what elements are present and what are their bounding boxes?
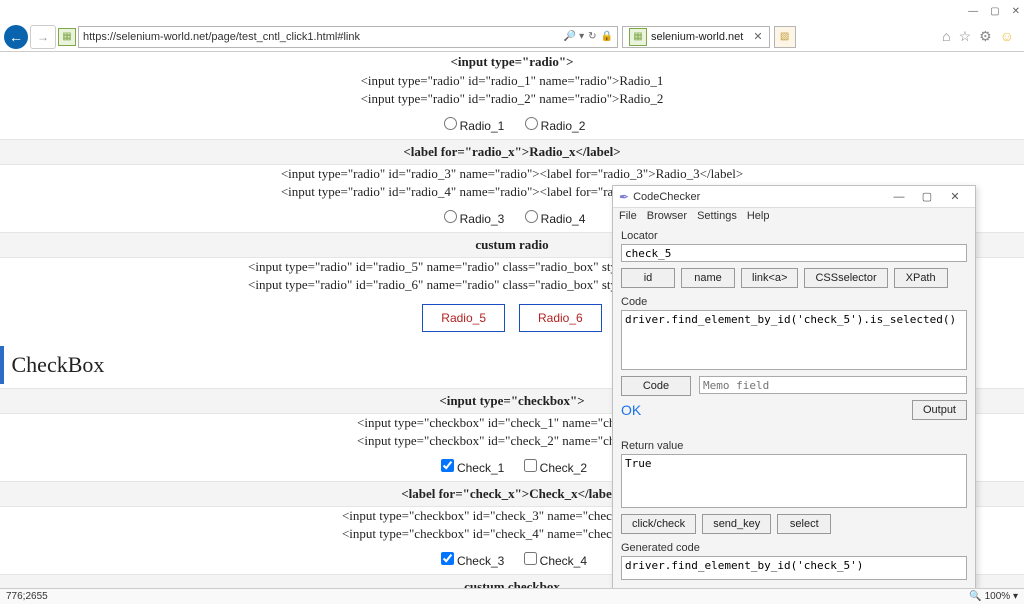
cc-generated-label: Generated code bbox=[621, 542, 967, 554]
cc-link-button[interactable]: link<a> bbox=[741, 268, 798, 288]
url-text[interactable]: https://selenium-world.net/page/test_cnt… bbox=[83, 31, 560, 43]
check-1-input[interactable] bbox=[441, 459, 454, 472]
page-viewport: <input type="radio"> <input type="radio"… bbox=[0, 52, 1024, 604]
cc-click-button[interactable]: click/check bbox=[621, 514, 696, 534]
radio-1-input[interactable] bbox=[444, 117, 457, 130]
cc-memo-input[interactable] bbox=[699, 376, 967, 394]
search-dropdown-icon[interactable]: 🔎 ▾ bbox=[564, 31, 584, 42]
cc-code-textarea[interactable]: driver.find_element_by_id('check_5').is_… bbox=[621, 310, 967, 370]
check-3-input[interactable] bbox=[441, 552, 454, 565]
check-4-input[interactable] bbox=[524, 552, 537, 565]
cc-ok-status: OK bbox=[621, 400, 641, 420]
radio-5-custom[interactable]: Radio_5 bbox=[422, 304, 505, 332]
cc-app-icon: ✒ bbox=[619, 190, 629, 204]
site-favicon: ▦ bbox=[58, 28, 76, 46]
forward-button[interactable]: → bbox=[30, 25, 56, 49]
check-2-input[interactable] bbox=[524, 459, 537, 472]
cc-minimize[interactable]: — bbox=[885, 191, 913, 203]
settings-icon[interactable]: ⚙ bbox=[979, 28, 992, 45]
radio-2[interactable]: Radio_2 bbox=[520, 119, 586, 133]
navbar-right: ⌂ ☆ ⚙ ☺ bbox=[942, 28, 1020, 45]
home-icon[interactable]: ⌂ bbox=[942, 28, 950, 45]
refresh-icon[interactable]: ↻ bbox=[588, 31, 596, 42]
section-heading: <label for="radio_x">Radio_x</label> bbox=[0, 139, 1024, 165]
tab-favicon: ▦ bbox=[629, 28, 647, 46]
cc-xpath-button[interactable]: XPath bbox=[894, 268, 948, 288]
window-close[interactable]: ✕ bbox=[1012, 6, 1020, 17]
tab-title: selenium-world.net bbox=[651, 31, 743, 43]
truncated-heading: <input type="radio"> bbox=[0, 52, 1024, 72]
cc-return-textarea[interactable]: True bbox=[621, 454, 967, 508]
cc-titlebar[interactable]: ✒ CodeChecker — ▢ ✕ bbox=[613, 186, 975, 208]
new-tab-button[interactable]: ▧ bbox=[774, 26, 796, 48]
check-4[interactable]: Check_4 bbox=[520, 554, 587, 568]
radio-4-input[interactable] bbox=[525, 210, 538, 223]
browser-navbar: ← → ▦ https://selenium-world.net/page/te… bbox=[0, 22, 1024, 52]
window-minimize[interactable]: — bbox=[968, 6, 978, 17]
cc-menu-file[interactable]: File bbox=[619, 210, 637, 222]
code-sample: <input type="radio" id="radio_1" name="r… bbox=[0, 72, 1024, 90]
cc-close[interactable]: ✕ bbox=[941, 190, 969, 203]
cc-name-button[interactable]: name bbox=[681, 268, 735, 288]
code-sample: <input type="radio" id="radio_3" name="r… bbox=[0, 165, 1024, 183]
lock-icon: 🔒 bbox=[601, 31, 613, 42]
favorites-icon[interactable]: ☆ bbox=[959, 28, 972, 45]
tab-close-icon[interactable]: ✕ bbox=[753, 30, 762, 43]
cc-title-text: CodeChecker bbox=[633, 191, 885, 203]
radio-4[interactable]: Radio_4 bbox=[520, 212, 586, 226]
cc-id-button[interactable]: id bbox=[621, 268, 675, 288]
cc-css-button[interactable]: CSSselector bbox=[804, 268, 887, 288]
cc-menubar: File Browser Settings Help bbox=[613, 208, 975, 224]
radio-1[interactable]: Radio_1 bbox=[439, 119, 505, 133]
radio-3[interactable]: Radio_3 bbox=[439, 212, 505, 226]
cc-menu-settings[interactable]: Settings bbox=[697, 210, 737, 222]
new-tab-icon: ▧ bbox=[780, 31, 789, 42]
zoom-indicator[interactable]: 🔍 100% ▾ bbox=[969, 591, 1018, 602]
cc-locator-label: Locator bbox=[621, 230, 967, 242]
cc-generated-textarea[interactable]: driver.find_element_by_id('check_5') bbox=[621, 556, 967, 580]
back-button[interactable]: ← bbox=[4, 25, 28, 49]
cc-menu-help[interactable]: Help bbox=[747, 210, 770, 222]
radio-2-input[interactable] bbox=[525, 117, 538, 130]
radio-3-input[interactable] bbox=[444, 210, 457, 223]
code-sample: <input type="radio" id="radio_2" name="r… bbox=[0, 90, 1024, 108]
browser-tab-active[interactable]: ▦ selenium-world.net ✕ bbox=[622, 26, 770, 48]
cc-return-label: Return value bbox=[621, 440, 967, 452]
window-maximize[interactable]: ▢ bbox=[990, 6, 999, 17]
browser-statusbar: 776;2655 🔍 100% ▾ bbox=[0, 588, 1024, 604]
cc-output-button[interactable]: Output bbox=[912, 400, 967, 420]
check-2[interactable]: Check_2 bbox=[520, 461, 587, 475]
cc-locator-input[interactable] bbox=[621, 244, 967, 262]
check-3[interactable]: Check_3 bbox=[437, 554, 504, 568]
cc-maximize[interactable]: ▢ bbox=[913, 190, 941, 203]
cc-sendkey-button[interactable]: send_key bbox=[702, 514, 771, 534]
cc-run-code-button[interactable]: Code bbox=[621, 376, 691, 396]
window-titlebar: — ▢ ✕ bbox=[0, 0, 1024, 22]
radio-6-custom[interactable]: Radio_6 bbox=[519, 304, 602, 332]
feedback-icon[interactable]: ☺ bbox=[1000, 28, 1014, 45]
cc-code-label: Code bbox=[621, 296, 967, 308]
codechecker-window[interactable]: ✒ CodeChecker — ▢ ✕ File Browser Setting… bbox=[612, 185, 976, 589]
cc-menu-browser[interactable]: Browser bbox=[647, 210, 687, 222]
address-bar[interactable]: https://selenium-world.net/page/test_cnt… bbox=[78, 26, 618, 48]
status-coordinates: 776;2655 bbox=[6, 591, 48, 602]
check-1[interactable]: Check_1 bbox=[437, 461, 504, 475]
cc-select-button[interactable]: select bbox=[777, 514, 831, 534]
